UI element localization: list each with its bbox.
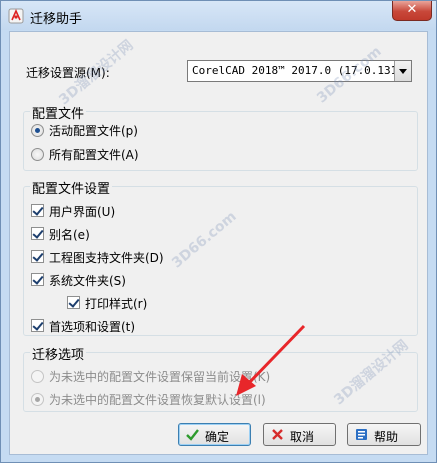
cancel-button[interactable]: 取消	[263, 423, 336, 446]
drawing-support-folder-checkbox[interactable]	[31, 250, 44, 263]
all-profiles-label[interactable]: 所有配置文件(A)	[49, 146, 139, 163]
config-settings-group: 配置文件设置 用户界面(U) 别名(e) 工程图支持文件夹(D) 系统文件夹(S…	[23, 178, 418, 336]
keep-current-settings-label[interactable]: 为未选中的配置文件设置保留当前设置(K)	[49, 368, 270, 385]
aliases-checkbox[interactable]	[31, 227, 44, 240]
drawing-support-folder-label[interactable]: 工程图支持文件夹(D)	[49, 249, 164, 266]
source-label: 迁移设置源(M):	[26, 66, 110, 80]
config-settings-group-title: 配置文件设置	[30, 178, 113, 197]
cancel-x-icon	[272, 429, 283, 440]
active-profile-radio[interactable]	[31, 124, 44, 137]
aliases-label[interactable]: 别名(e)	[49, 226, 90, 243]
source-dropdown[interactable]: CorelCAD 2018™ 2017.0 (17.0.1310)	[187, 60, 412, 82]
restore-defaults-label[interactable]: 为未选中的配置文件设置恢复默认设置(l)	[49, 391, 266, 408]
help-button-label: 帮助	[374, 430, 399, 444]
close-icon: ✕	[406, 2, 418, 17]
system-folder-label[interactable]: 系统文件夹(S)	[49, 272, 126, 289]
cancel-button-label: 取消	[290, 430, 315, 444]
app-icon	[8, 8, 24, 24]
preferences-checkbox[interactable]	[31, 319, 44, 332]
help-book-icon	[356, 429, 367, 440]
source-dropdown-value: CorelCAD 2018™ 2017.0 (17.0.1310)	[192, 64, 411, 77]
migration-options-group-title: 迁移选项	[30, 344, 87, 363]
config-file-group: 配置文件 活动配置文件(p) 所有配置文件(A)	[23, 103, 418, 171]
user-interface-checkbox[interactable]	[31, 204, 44, 217]
dialog-body: 迁移设置源(M): CorelCAD 2018™ 2017.0 (17.0.13…	[9, 31, 428, 455]
ok-button[interactable]: 确定	[178, 423, 251, 446]
checkmark-icon	[186, 429, 199, 441]
keep-current-settings-radio[interactable]	[31, 370, 44, 383]
migration-assistant-window: 迁移助手 ✕ 迁移设置源(M): CorelCAD 2018™ 2017.0 (…	[0, 0, 437, 463]
ok-button-label: 确定	[205, 430, 230, 444]
chevron-down-icon[interactable]	[394, 61, 411, 81]
all-profiles-radio[interactable]	[31, 148, 44, 161]
close-button[interactable]: ✕	[392, 1, 432, 21]
preferences-label[interactable]: 首选项和设置(t)	[49, 318, 135, 335]
title-bar[interactable]: 迁移助手 ✕	[1, 1, 436, 30]
restore-defaults-radio[interactable]	[31, 393, 44, 406]
print-styles-label[interactable]: 打印样式(r)	[85, 295, 147, 312]
user-interface-label[interactable]: 用户界面(U)	[49, 203, 115, 220]
active-profile-label[interactable]: 活动配置文件(p)	[49, 122, 138, 139]
system-folder-checkbox[interactable]	[31, 273, 44, 286]
help-button[interactable]: 帮助	[347, 423, 421, 446]
print-styles-checkbox[interactable]	[67, 296, 80, 309]
config-file-group-title: 配置文件	[30, 103, 87, 122]
window-title: 迁移助手	[30, 12, 83, 27]
migration-options-group: 迁移选项 为未选中的配置文件设置保留当前设置(K) 为未选中的配置文件设置恢复默…	[23, 344, 418, 412]
